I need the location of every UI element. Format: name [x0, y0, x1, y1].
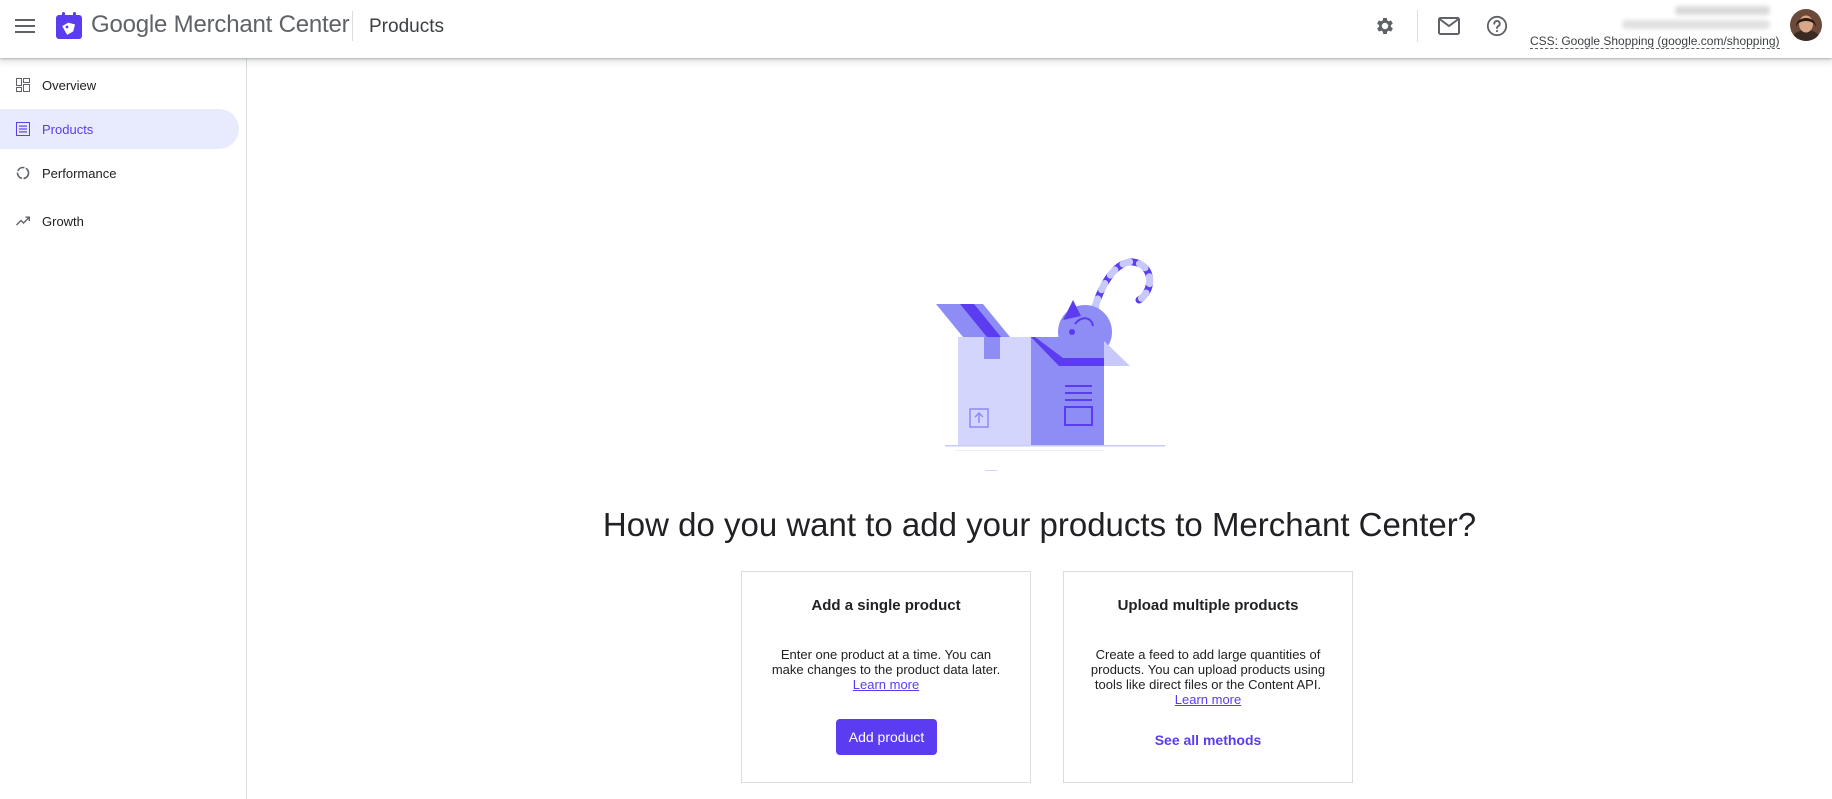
- dashboard-icon: [15, 77, 31, 93]
- account-name-redacted: [1675, 6, 1770, 15]
- trending-up-icon: [15, 213, 31, 229]
- upload-multiple-products-card: Upload multiple products Create a feed t…: [1063, 571, 1353, 783]
- list-icon: [15, 121, 31, 137]
- avatar[interactable]: [1790, 9, 1822, 41]
- learn-more-link[interactable]: Learn more: [1175, 692, 1241, 707]
- header-divider: [1417, 10, 1418, 42]
- sidebar-item-label: Overview: [42, 77, 97, 93]
- sidebar-item-overview[interactable]: Overview: [0, 65, 239, 105]
- card-description-text: Enter one product at a time. You can mak…: [771, 647, 1001, 677]
- account-email-redacted: [1622, 20, 1770, 29]
- add-product-button[interactable]: Add product: [836, 719, 937, 755]
- mail-icon[interactable]: [1435, 12, 1463, 40]
- sidebar: Overview Products Performance Growth: [0, 58, 247, 799]
- add-single-product-card: Add a single product Enter one product a…: [741, 571, 1031, 783]
- brand-name[interactable]: Google Merchant Center: [91, 11, 350, 39]
- header-divider: [352, 11, 353, 41]
- donut-chart-icon: [15, 165, 31, 181]
- gear-icon[interactable]: [1371, 12, 1399, 40]
- merchant-center-logo-icon[interactable]: [55, 12, 83, 40]
- sidebar-item-label: Performance: [42, 165, 117, 181]
- card-description: Create a feed to add large quantities of…: [1089, 647, 1327, 707]
- card-title: Add a single product: [811, 597, 961, 614]
- menu-icon[interactable]: [10, 11, 40, 41]
- card-title: Upload multiple products: [1117, 597, 1299, 614]
- card-description-text: Create a feed to add large quantities of…: [1090, 647, 1326, 692]
- sidebar-item-growth[interactable]: Growth: [0, 201, 239, 241]
- learn-more-link[interactable]: Learn more: [853, 677, 919, 692]
- card-description: Enter one product at a time. You can mak…: [767, 647, 1005, 692]
- sidebar-item-label: Products: [42, 121, 94, 137]
- top-app-bar: Google Merchant Center Products CSS: Goo…: [0, 0, 1832, 58]
- sidebar-item-label: Growth: [42, 213, 84, 229]
- page-title: Products: [369, 16, 444, 37]
- sidebar-item-products[interactable]: Products: [0, 109, 239, 149]
- see-all-methods-button[interactable]: See all methods: [1064, 732, 1352, 748]
- sidebar-item-performance[interactable]: Performance: [0, 153, 239, 193]
- box-cat-illustration: [925, 250, 1175, 475]
- css-account-link[interactable]: CSS: Google Shopping (google.com/shoppin…: [1530, 34, 1780, 49]
- help-icon[interactable]: [1483, 12, 1511, 40]
- page-headline: How do you want to add your products to …: [602, 506, 1477, 543]
